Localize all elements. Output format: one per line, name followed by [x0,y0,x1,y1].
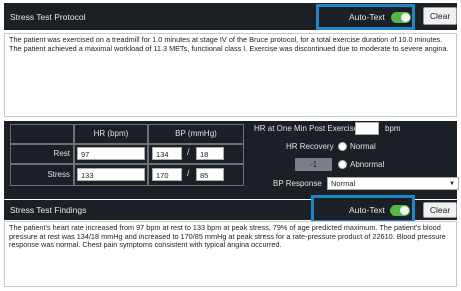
rest-hr-input[interactable]: 97 [77,147,145,160]
hr-column-header: HR (bpm) [74,124,148,144]
hr-post-exercise-label: HR at One Min Post Exercise [254,124,359,133]
findings-clear-button[interactable]: Clear [423,202,457,218]
hr-post-exercise-unit: bpm [385,124,401,133]
bp-response-label: BP Response [273,179,322,188]
rest-label: Rest [53,149,70,158]
hr-header-label: HR (bpm) [93,129,129,138]
findings-autotext-toggle[interactable] [390,205,410,216]
protocol-autotext-toggle[interactable] [391,12,411,23]
rest-label-cell: Rest [10,144,74,164]
normal-radio-label: Normal [350,142,376,151]
protocol-title: Stress Test Protocol [10,11,86,22]
rest-bp-systolic-input[interactable]: 134 [152,147,182,160]
stress-hr-input[interactable]: 133 [77,168,145,181]
vitals-panel: HR (bpm) BP (mmHg) Rest Stress 97 134 / … [4,121,459,199]
bp-response-select[interactable]: Normal ▼ [327,177,459,190]
protocol-autotext-label: Auto-Text [349,12,385,22]
stress-label: Stress [47,170,70,179]
stress-label-cell: Stress [10,164,74,186]
findings-textarea[interactable]: The patient's heart rate increased from … [4,221,457,287]
protocol-clear-button[interactable]: Clear [423,7,457,25]
abnormal-radio-label: Abnormal [350,160,385,169]
findings-title: Stress Test Findings [10,205,87,215]
vitals-header-empty [10,124,74,144]
hr-recovery-label: HR Recovery [286,142,334,151]
bp-column-header: BP (mmHg) [148,124,244,144]
stress-bp-diastolic-input[interactable]: 85 [196,168,224,181]
findings-autotext-highlight: Auto-Text [311,195,415,223]
chevron-down-icon: ▼ [449,181,455,187]
normal-radio[interactable] [338,142,347,151]
protocol-textarea[interactable]: The patient was exercised on a treadmill… [4,33,457,117]
hr-post-exercise-input[interactable] [355,122,379,135]
findings-autotext-label: Auto-Text [349,205,385,215]
protocol-autotext-highlight: Auto-Text [316,4,415,30]
bp-response-value: Normal [331,179,356,188]
bp-header-label: BP (mmHg) [175,129,217,138]
stress-bp-slash: / [187,168,190,178]
rest-bp-slash: / [187,147,190,157]
hr-recovery-value: -1 [295,158,332,171]
abnormal-radio[interactable] [338,160,347,169]
rest-bp-diastolic-input[interactable]: 18 [196,147,224,160]
stress-bp-systolic-input[interactable]: 170 [152,168,182,181]
